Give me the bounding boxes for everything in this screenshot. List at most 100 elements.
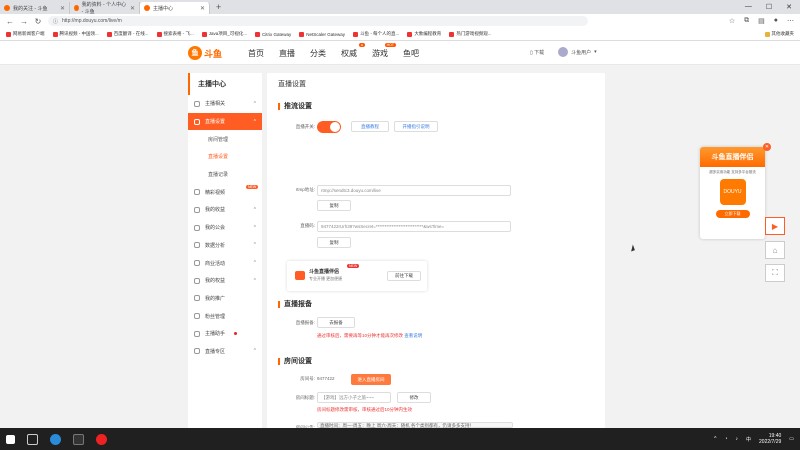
minimize-button[interactable]: — bbox=[745, 3, 752, 11]
forward-icon[interactable]: → bbox=[20, 17, 28, 26]
address-bar-row: ← → ↻ ⓘ http://mp.douyu.com/live/m ☆ ⧉ ▤ … bbox=[0, 14, 800, 28]
sidebar-item[interactable]: 主播助手 bbox=[188, 325, 262, 343]
logo-text: 斗鱼 bbox=[204, 48, 223, 59]
close-tab-icon[interactable]: ✕ bbox=[60, 5, 65, 12]
enter-room-button[interactable]: 进入直播房间 bbox=[351, 374, 391, 385]
sidebar-item-label: 我的公会 bbox=[205, 225, 226, 232]
sidebar-item[interactable]: 我的推广 bbox=[188, 290, 262, 308]
nav-games[interactable]: 游戏 HOT bbox=[372, 42, 396, 59]
report-button[interactable]: 去报备 bbox=[317, 317, 355, 328]
sidebar-item-label: 精彩视频 bbox=[205, 189, 226, 196]
network-icon[interactable]: ◔ bbox=[724, 436, 727, 442]
sidebar-item[interactable]: 粉丝管理 bbox=[188, 307, 262, 325]
bookmark-item[interactable]: 斗鱼 - 每个人的直... bbox=[353, 31, 399, 37]
app-icon[interactable] bbox=[96, 433, 107, 445]
task-view-icon[interactable] bbox=[27, 433, 38, 445]
tab-anchor-center[interactable]: 主播中心 ✕ bbox=[140, 2, 210, 14]
chevron-up-icon: ^ bbox=[253, 224, 256, 231]
nav-category[interactable]: 分类 bbox=[310, 48, 326, 59]
sidebar-item[interactable]: 主播相关 ^ bbox=[188, 95, 262, 113]
sidebar-item-label: 主播助手 bbox=[205, 331, 226, 338]
sidebar-item[interactable]: 我的公会 ^ bbox=[188, 219, 262, 237]
sidebar-item[interactable]: 我的收益 ^ bbox=[188, 201, 262, 219]
copy-code-button[interactable]: 复制 bbox=[317, 237, 351, 248]
bookmark-item[interactable]: 网易新闻客户端 bbox=[6, 31, 45, 37]
other-bookmarks[interactable]: 其他收藏夹 bbox=[764, 31, 794, 37]
bookmark-item[interactable]: 大象编程教育 bbox=[407, 31, 441, 37]
url-input[interactable]: ⓘ http://mp.douyu.com/live/m bbox=[48, 16, 588, 26]
tutorial-button[interactable]: 直播教程 bbox=[351, 121, 389, 132]
more-icon[interactable]: ⋯ bbox=[787, 17, 794, 25]
refresh-icon[interactable]: ↻ bbox=[34, 17, 42, 26]
extensions-icon[interactable]: ⧉ bbox=[744, 17, 749, 25]
modify-title-button[interactable]: 修改 bbox=[397, 392, 431, 403]
guide-button[interactable]: 开播指引说明 bbox=[394, 121, 438, 132]
bookmark-item[interactable]: 腾讯视频 - 中国领... bbox=[52, 31, 99, 37]
sidebar-subitem[interactable]: 房间管理 bbox=[188, 130, 262, 148]
nav-live[interactable]: 直播 bbox=[279, 48, 295, 59]
chevron-up-icon: ^ bbox=[253, 242, 256, 249]
tab-profile[interactable]: 我的资料 - 个人中心 - 斗鱼 ✕ bbox=[70, 2, 140, 15]
clock[interactable]: 19:40 2022/7/29 bbox=[759, 433, 781, 445]
bookmark-item[interactable]: 搜索表格 - 飞... bbox=[156, 31, 194, 37]
douyu-logo[interactable]: 鱼 斗鱼 bbox=[188, 44, 230, 62]
taskbar: ^ ◔ ♪ 中 19:40 2022/7/29 ▭ bbox=[0, 428, 800, 450]
close-tab-icon[interactable]: ✕ bbox=[130, 5, 135, 12]
back-icon[interactable]: ← bbox=[6, 17, 14, 26]
bookmark-item[interactable]: 百度翻译 - 在线... bbox=[106, 31, 149, 37]
tray-chevron-icon[interactable]: ^ bbox=[714, 436, 716, 442]
nav-home[interactable]: 首页 bbox=[248, 48, 264, 59]
copy-rtmp-button[interactable]: 复制 bbox=[317, 200, 351, 211]
sidebar: 主播中心 主播相关 ^ 直播设置 ^ 房间管理 直播设置 直播记录 精彩视频 NEW 我的收益 ^ 我… bbox=[188, 73, 262, 428]
collections-icon[interactable]: ▤ bbox=[758, 17, 765, 25]
nav-rank[interactable]: 权威 ● bbox=[341, 42, 365, 59]
sidebar-item[interactable]: 我的权益 ^ bbox=[188, 272, 262, 290]
close-window-button[interactable]: ✕ bbox=[786, 3, 792, 11]
floater-close-icon[interactable]: ✕ bbox=[763, 143, 771, 151]
download-link[interactable]: ▯ 下载 bbox=[530, 49, 544, 56]
user-menu[interactable]: 斗鱼用户 ▾ bbox=[558, 47, 597, 57]
room-title-field[interactable]: 【游戏】远方小子之旅~~~ bbox=[317, 392, 391, 403]
steam-icon[interactable] bbox=[73, 433, 84, 445]
notification-icon[interactable]: ▭ bbox=[789, 436, 794, 442]
nav-badge: ● bbox=[358, 42, 365, 47]
stream-code-field[interactable]: 9477422rUrh39?wsSecret=*****************… bbox=[317, 221, 511, 232]
close-tab-icon[interactable]: ✕ bbox=[200, 5, 205, 12]
sidebar-item[interactable]: 直播专区 ^ bbox=[188, 343, 262, 361]
windows-start-icon[interactable] bbox=[6, 434, 15, 444]
sidebar-item-label: 主播相关 bbox=[205, 101, 226, 108]
volume-icon[interactable]: ♪ bbox=[736, 436, 739, 442]
promo-download-button[interactable]: 前往下载 bbox=[387, 271, 421, 281]
bookmark-item[interactable]: 热门游戏视频观... bbox=[449, 31, 492, 37]
floater-title: 斗鱼直播伴侣 bbox=[700, 147, 765, 167]
system-tray: ^ ◔ ♪ 中 19:40 2022/7/29 ▭ bbox=[714, 433, 794, 445]
bookmark-item[interactable]: Java项目_可视化... bbox=[201, 31, 247, 37]
profile-icon[interactable]: ● bbox=[774, 17, 778, 25]
tab-followed[interactable]: 我的关注 - 斗鱼 ✕ bbox=[0, 2, 70, 14]
bookmark-item[interactable]: Citrix Gateway bbox=[255, 31, 291, 37]
sidebar-item[interactable]: 直播设置 ^ bbox=[188, 112, 262, 131]
promo-subtitle: 专业开播 更加便捷 bbox=[309, 276, 343, 281]
menu-icon bbox=[194, 295, 200, 302]
bookmark-item[interactable]: NetScaler Gateway bbox=[299, 31, 345, 37]
rtmp-address-field[interactable]: rtmp://sendtc3.douyu.com/live bbox=[317, 185, 511, 196]
new-tab-button[interactable]: + bbox=[210, 2, 227, 12]
sidebar-subitem[interactable]: 直播记录 bbox=[188, 166, 262, 184]
play-icon[interactable]: ▶ bbox=[765, 217, 785, 235]
chevron-up-icon: ^ bbox=[253, 277, 256, 284]
nav-yuba[interactable]: 鱼吧 bbox=[403, 48, 419, 59]
tab-bar: 我的关注 - 斗鱼 ✕ 我的资料 - 个人中心 - 斗鱼 ✕ 主播中心 ✕ + — ☐… bbox=[0, 0, 800, 15]
live-switch-toggle[interactable] bbox=[317, 121, 341, 133]
input-language[interactable]: 中 bbox=[746, 436, 751, 443]
report-help-link[interactable]: 查看说明 bbox=[404, 333, 422, 338]
fullscreen-icon[interactable]: ⛶ bbox=[765, 264, 785, 282]
sidebar-item[interactable]: 精彩视频 NEW bbox=[188, 183, 262, 201]
floater-download-button[interactable]: 立即下载 bbox=[715, 210, 750, 218]
sidebar-item[interactable]: 商业活动 ^ bbox=[188, 254, 262, 272]
star-icon[interactable]: ☆ bbox=[729, 17, 735, 25]
maximize-button[interactable]: ☐ bbox=[766, 3, 772, 11]
sidebar-item[interactable]: 数据分析 ^ bbox=[188, 237, 262, 255]
sidebar-subitem[interactable]: 直播设置 bbox=[188, 148, 262, 166]
home-icon[interactable]: ⌂ bbox=[765, 241, 785, 259]
edge-icon[interactable] bbox=[50, 433, 61, 445]
